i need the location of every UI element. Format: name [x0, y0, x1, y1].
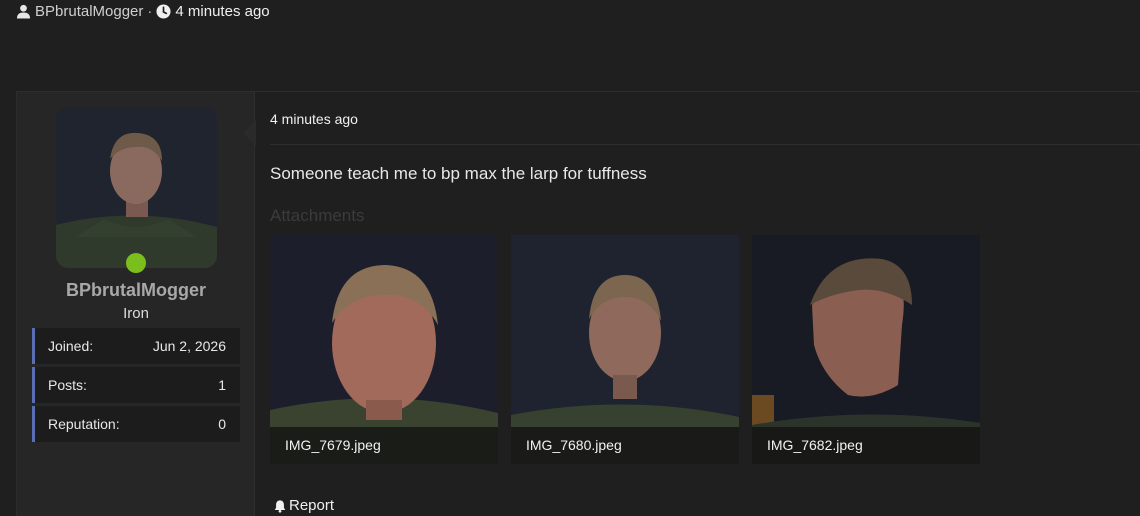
stat-label: Joined: [48, 338, 94, 354]
avatar[interactable] [56, 107, 217, 268]
clock-icon [156, 3, 171, 19]
attachment-filename: IMG_7679.jpeg [270, 427, 498, 464]
user-rank: Iron [123, 305, 149, 322]
user-info-panel: BPbrutalMogger Iron Joined: Jun 2, 2026 … [17, 92, 255, 516]
stat-value: 1 [218, 377, 226, 393]
divider [270, 144, 1140, 145]
online-status-indicator [126, 253, 146, 273]
attachment-thumbnail[interactable]: IMG_7682.jpeg [752, 235, 980, 464]
username[interactable]: BPbrutalMogger [17, 280, 255, 301]
post-time[interactable]: 4 minutes ago [270, 111, 358, 127]
bell-icon [274, 499, 286, 513]
thread-time[interactable]: 4 minutes ago [175, 3, 269, 20]
stat-posts: Posts: 1 [32, 367, 240, 403]
attachment-thumbnail[interactable]: IMG_7679.jpeg [270, 235, 498, 464]
report-button[interactable]: Report [273, 497, 334, 514]
stat-joined: Joined: Jun 2, 2026 [32, 328, 240, 364]
attachment-thumbnail[interactable]: IMG_7680.jpeg [511, 235, 739, 464]
stat-label: Reputation: [48, 416, 120, 432]
stat-reputation: Reputation: 0 [32, 406, 240, 442]
attachment-filename: IMG_7682.jpeg [752, 427, 980, 464]
post-main: 4 minutes ago Someone teach me to bp max… [255, 92, 1140, 516]
user-icon [16, 4, 31, 19]
thread-meta: BPbrutalMogger · 4 minutes ago [16, 2, 270, 20]
meta-separator: · [147, 2, 153, 20]
attachment-filename: IMG_7680.jpeg [511, 427, 739, 464]
stat-value: 0 [218, 416, 226, 432]
report-label: Report [289, 497, 335, 514]
thread-author-link[interactable]: BPbrutalMogger [35, 3, 143, 20]
attachments-list: IMG_7679.jpeg IMG_7680.jpeg IMG_7682.jpe… [270, 235, 980, 464]
stat-label: Posts: [48, 377, 87, 393]
post-body: Someone teach me to bp max the larp for … [270, 164, 647, 183]
avatar-wrapper [56, 107, 217, 273]
stat-value: Jun 2, 2026 [152, 338, 226, 354]
post-container: BPbrutalMogger Iron Joined: Jun 2, 2026 … [16, 91, 1140, 516]
attachments-heading: Attachments [270, 206, 365, 225]
